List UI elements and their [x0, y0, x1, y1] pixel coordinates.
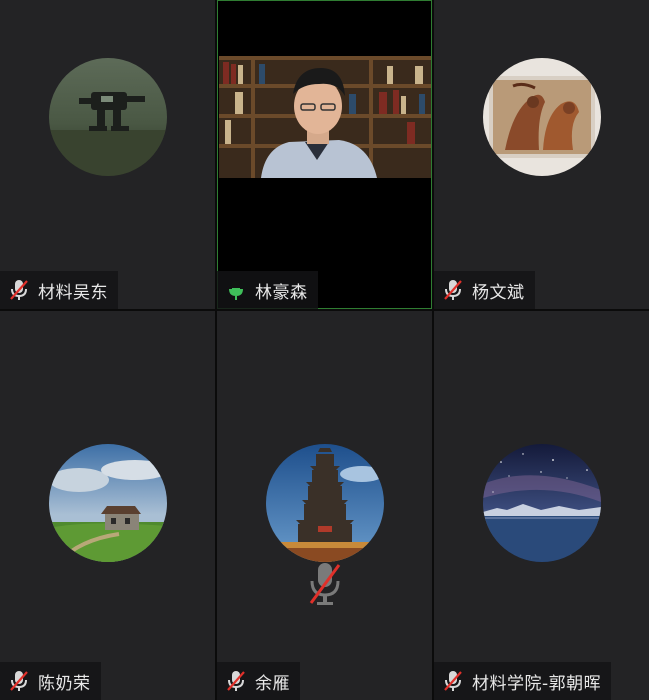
- participant-name-label: 杨文斌: [434, 271, 535, 309]
- mic-muted-icon: [6, 277, 32, 303]
- participant-name: 杨文斌: [472, 282, 525, 303]
- participant-tile[interactable]: 材料吴东: [0, 0, 215, 309]
- participant-name-label: 林豪森: [217, 271, 318, 309]
- participant-name-label: 材料吴东: [0, 271, 118, 309]
- participant-name-label: 陈奶荣: [0, 662, 101, 700]
- participant-name-label: 材料学院-郭朝晖: [434, 662, 612, 700]
- participant-tile[interactable]: 陈奶荣: [0, 311, 215, 700]
- participant-name: 材料吴东: [38, 282, 108, 303]
- participant-tile[interactable]: 杨文斌: [434, 0, 649, 309]
- avatar: [48, 444, 167, 562]
- participant-name: 林豪森: [255, 282, 308, 303]
- avatar: [482, 58, 601, 176]
- participant-name: 余雁: [255, 673, 290, 694]
- mic-muted-icon: [440, 277, 466, 303]
- speaking-mic-icon: [223, 277, 249, 303]
- participant-name-label: 余雁: [217, 662, 300, 700]
- mic-muted-icon: [307, 561, 343, 607]
- avatar: [48, 58, 167, 176]
- participant-name: 陈奶荣: [38, 673, 91, 694]
- participant-tile[interactable]: 余雁: [217, 311, 432, 700]
- mic-muted-icon: [6, 668, 32, 694]
- video-feed: [219, 56, 431, 178]
- participant-grid: 材料吴东 林豪森 杨文斌 陈奶荣 余雁 材料学院-郭朝晖: [0, 0, 649, 700]
- participant-name: 材料学院-郭朝晖: [472, 673, 602, 694]
- mic-muted-icon: [440, 668, 466, 694]
- participant-tile[interactable]: 材料学院-郭朝晖: [434, 311, 649, 700]
- participant-tile-active[interactable]: 林豪森: [217, 0, 432, 309]
- avatar: [265, 444, 384, 562]
- avatar: [482, 444, 601, 562]
- mic-muted-icon: [223, 668, 249, 694]
